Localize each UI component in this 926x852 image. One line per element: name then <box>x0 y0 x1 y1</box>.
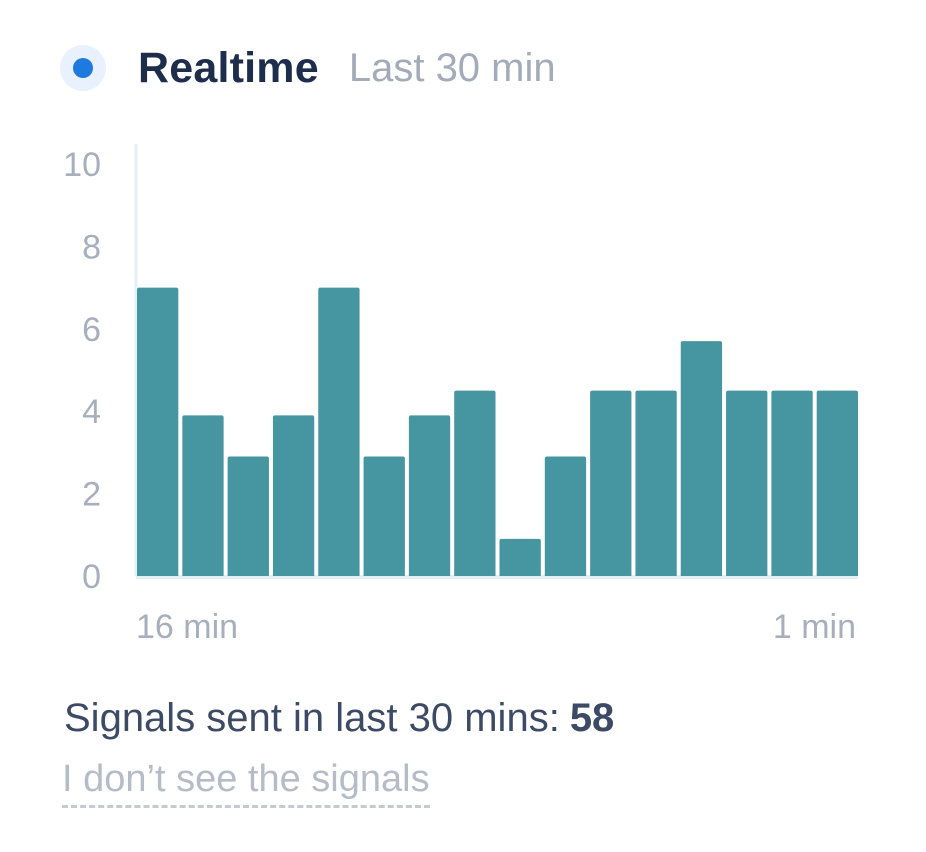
bar <box>227 456 269 576</box>
y-axis-labels: 0 2 4 6 8 10 <box>63 146 101 596</box>
bar <box>137 287 179 576</box>
y-tick-label: 8 <box>82 228 101 266</box>
signals-bar-chart: 0 2 4 6 8 10 16 min 1 min <box>63 144 858 646</box>
bar <box>590 390 632 576</box>
bar <box>816 390 858 576</box>
y-tick-label: 0 <box>82 558 101 596</box>
bar <box>408 415 451 576</box>
no-signals-help-link[interactable]: I don’t see the signals <box>62 758 430 808</box>
bar <box>318 287 360 576</box>
y-tick-label: 10 <box>63 146 101 184</box>
y-tick-label: 4 <box>82 393 101 431</box>
bar <box>635 390 677 576</box>
bar <box>182 415 224 576</box>
bar <box>272 415 315 576</box>
summary-label: Signals sent in last 30 mins: <box>64 696 560 740</box>
y-tick-label: 6 <box>82 311 101 349</box>
bar <box>726 390 768 576</box>
signals-summary: Signals sent in last 30 mins: 58 <box>64 696 614 741</box>
signals-count: 58 <box>569 696 615 740</box>
bar <box>454 390 496 576</box>
x-tick-label-start: 16 min <box>136 608 238 646</box>
y-tick-label: 2 <box>82 476 101 514</box>
bar <box>499 538 541 576</box>
x-tick-label-end: 1 min <box>773 608 856 646</box>
bar <box>363 456 405 576</box>
bars <box>137 287 858 576</box>
bar <box>771 390 813 576</box>
bar <box>680 341 723 576</box>
bar <box>544 456 587 576</box>
